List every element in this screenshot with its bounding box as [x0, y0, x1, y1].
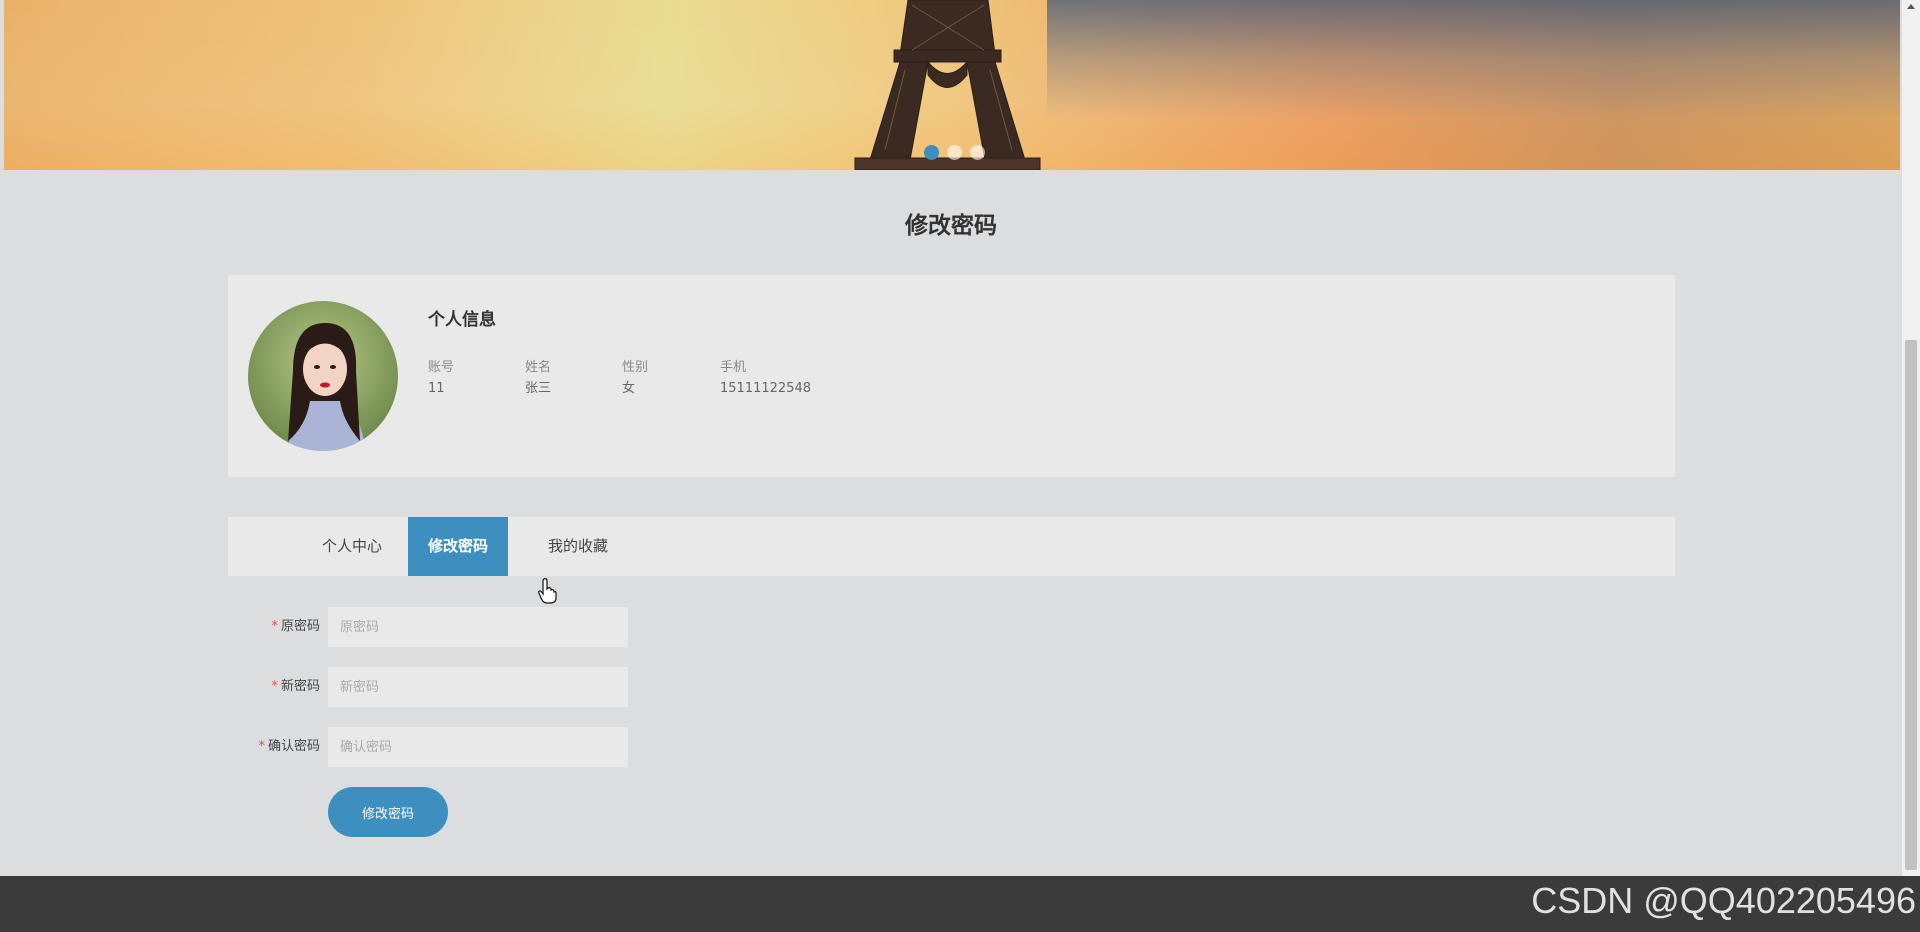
carousel-indicators	[924, 145, 985, 160]
old-password-label-text: 原密码	[280, 619, 320, 634]
info-label: 手机	[720, 360, 747, 375]
new-password-input[interactable]	[328, 667, 628, 707]
confirm-password-label: * 确认密码	[228, 727, 320, 767]
old-password-input[interactable]	[328, 607, 628, 647]
new-password-label-text: 新密码	[280, 679, 320, 694]
confirm-password-label-text: 确认密码	[267, 739, 320, 754]
avatar	[248, 301, 398, 451]
old-password-row: * 原密码	[228, 607, 728, 647]
user-tabs: 个人中心 修改密码 我的收藏	[228, 517, 1675, 576]
info-value: 15111122548	[720, 381, 811, 396]
info-account: 账号 11	[428, 357, 525, 399]
page-title: 修改密码	[905, 213, 997, 239]
scrollbar-thumb[interactable]	[1905, 340, 1917, 870]
info-gender: 性别 女	[622, 357, 720, 399]
new-password-row: * 新密码	[228, 667, 728, 707]
required-mark: *	[258, 739, 265, 754]
change-password-button[interactable]: 修改密码	[328, 787, 448, 837]
banner-carousel	[4, 0, 1900, 170]
profile-card: 个人信息 账号 11 姓名 张三 性别 女 手机 15111122548	[228, 275, 1675, 477]
required-mark: *	[271, 619, 278, 634]
info-label: 账号	[428, 360, 455, 375]
tab-personal-center[interactable]: 个人中心	[302, 517, 402, 576]
carousel-dot-1[interactable]	[924, 145, 939, 160]
old-password-label: * 原密码	[228, 607, 320, 647]
info-label: 姓名	[525, 360, 552, 375]
profile-heading: 个人信息	[428, 310, 496, 330]
hand-cursor-icon	[538, 578, 557, 604]
info-label: 性别	[622, 360, 649, 375]
scroll-up-arrow-icon[interactable]	[1907, 4, 1915, 9]
info-value: 张三	[525, 381, 552, 396]
csdn-watermark: CSDN @QQ402205496	[1531, 880, 1916, 921]
tab-change-password[interactable]: 修改密码	[408, 517, 508, 576]
banner-clouds	[1046, 0, 1900, 119]
info-value: 女	[622, 381, 636, 396]
confirm-password-input[interactable]	[328, 727, 628, 767]
new-password-label: * 新密码	[228, 667, 320, 707]
info-value: 11	[428, 381, 445, 396]
page-scrollbar[interactable]	[1902, 0, 1920, 876]
confirm-password-row: * 确认密码	[228, 727, 728, 767]
info-name: 姓名 张三	[525, 357, 622, 399]
carousel-dot-2[interactable]	[947, 145, 962, 160]
info-phone: 手机 15111122548	[720, 357, 840, 399]
profile-info: 账号 11 姓名 张三 性别 女 手机 15111122548	[428, 357, 840, 399]
carousel-dot-3[interactable]	[970, 145, 985, 160]
tab-my-favorites[interactable]: 我的收藏	[528, 517, 628, 576]
required-mark: *	[271, 679, 278, 694]
